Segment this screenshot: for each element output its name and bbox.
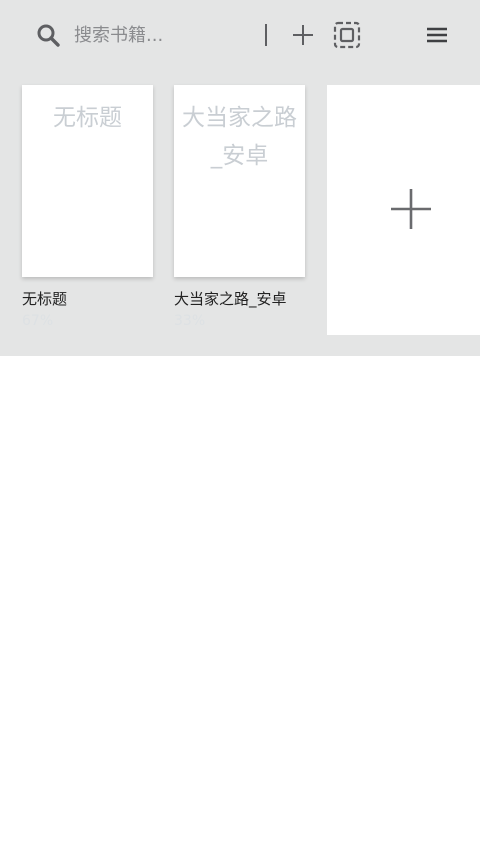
plus-icon [391, 189, 431, 229]
book-title[interactable]: 大当家之路_安卓 [174, 288, 287, 309]
book-progress: 67% [22, 313, 54, 329]
bookshelf-area: 无标题 无标题 67% 大当家之路_安卓 大当家之路_安卓 33% [0, 0, 480, 356]
menu-icon[interactable] [424, 23, 450, 47]
book-cover[interactable]: 大当家之路_安卓 [174, 85, 305, 277]
search-input[interactable] [74, 20, 254, 50]
book-cover[interactable]: 无标题 [22, 85, 153, 277]
scan-icon[interactable] [333, 21, 361, 49]
search-cursor-divider [265, 24, 267, 46]
book-title[interactable]: 无标题 [22, 288, 67, 309]
book-cover-title: 大当家之路_安卓 [182, 105, 297, 169]
book-cover-title: 无标题 [53, 105, 122, 131]
add-icon[interactable] [291, 23, 315, 47]
book-progress: 33% [174, 313, 206, 329]
add-book-card[interactable] [327, 85, 480, 335]
search-icon[interactable] [36, 23, 60, 47]
